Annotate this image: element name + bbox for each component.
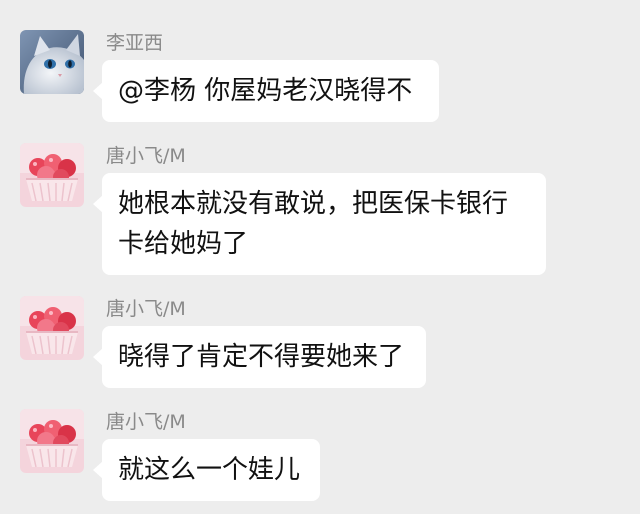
message-bubble[interactable]: 晓得了肯定不得要她来了 <box>93 326 426 388</box>
chat-message-list: 李亚西 @李杨 你屋妈老汉晓得不 唐小飞/M 她根本就没有敢说，把医保卡银行 卡… <box>0 0 640 514</box>
sender-name: 李亚西 <box>106 32 164 54</box>
message-text: 晓得了肯定不得要她来了 <box>118 342 405 372</box>
message-text: @李杨 你屋妈老汉晓得不 <box>118 76 413 106</box>
message-text: 就这么一个娃儿 <box>118 455 301 485</box>
message-bubble[interactable]: @李杨 你屋妈老汉晓得不 <box>93 60 439 122</box>
message-text: 卡给她妈了 <box>118 229 249 259</box>
sender-name: 唐小飞/M <box>106 298 186 320</box>
sender-name: 唐小飞/M <box>106 411 186 433</box>
message-bubble[interactable]: 她根本就没有敢说，把医保卡银行 卡给她妈了 <box>93 173 546 275</box>
sender-name: 唐小飞/M <box>106 145 186 167</box>
message-bubble[interactable]: 就这么一个娃儿 <box>93 439 320 501</box>
candy-avatar-icon[interactable] <box>20 296 84 360</box>
candy-avatar-icon[interactable] <box>20 143 84 207</box>
cat-avatar-icon[interactable] <box>20 30 84 94</box>
message-text: 她根本就没有敢说，把医保卡银行 <box>118 189 509 219</box>
candy-avatar-icon[interactable] <box>20 409 84 473</box>
